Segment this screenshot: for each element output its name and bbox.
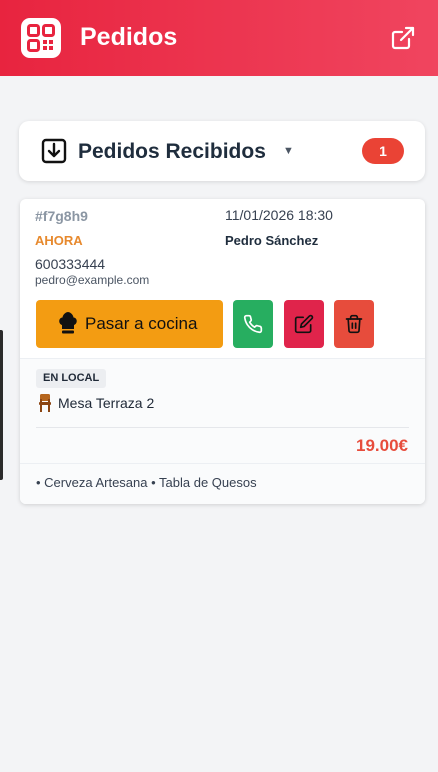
divider — [36, 427, 409, 428]
order-items: • Cerveza Artesana • Tabla de Quesos — [36, 475, 257, 490]
chevron-down-icon[interactable]: ▼ — [283, 145, 294, 157]
customer-name: Pedro Sánchez — [225, 233, 319, 248]
inbox-download-icon — [41, 138, 67, 164]
order-details: EN LOCAL Mesa Terraza 2 19.00€ • Cerveza… — [20, 359, 425, 504]
qr-grid-icon[interactable] — [21, 18, 61, 58]
order-timing: AHORA — [35, 233, 83, 248]
delete-order-button[interactable] — [334, 300, 374, 348]
side-edge — [0, 330, 3, 480]
order-total: 19.00€ — [356, 436, 408, 455]
chair-icon — [37, 394, 53, 417]
trash-icon — [345, 314, 363, 334]
order-id: #f7g8h9 — [35, 208, 88, 224]
page-title: Pedidos — [80, 23, 178, 51]
order-count-badge: 1 — [362, 138, 404, 164]
order-datetime: 11/01/2026 18:30 — [225, 207, 333, 223]
phone-icon — [243, 314, 263, 334]
order-card: #f7g8h9 11/01/2026 18:30 AHORA Pedro Sán… — [20, 199, 425, 504]
orders-section-header[interactable]: Pedidos Recibidos ▼ 1 — [19, 121, 425, 181]
chef-hat-icon — [58, 312, 78, 339]
call-button[interactable] — [233, 300, 273, 348]
table-name: Mesa Terraza 2 — [58, 395, 155, 411]
customer-email: pedro@example.com — [35, 273, 150, 287]
external-link-icon[interactable] — [389, 24, 417, 52]
divider — [20, 463, 425, 464]
app-header: Pedidos — [0, 0, 438, 76]
customer-phone: 600333444 — [35, 256, 106, 272]
edit-icon — [294, 314, 314, 334]
order-type-badge: EN LOCAL — [36, 369, 107, 388]
send-to-kitchen-button[interactable]: Pasar a cocina — [36, 300, 223, 348]
section-title: Pedidos Recibidos — [78, 140, 266, 163]
edit-order-button[interactable] — [284, 300, 324, 348]
send-to-kitchen-label: Pasar a cocina — [85, 314, 198, 333]
